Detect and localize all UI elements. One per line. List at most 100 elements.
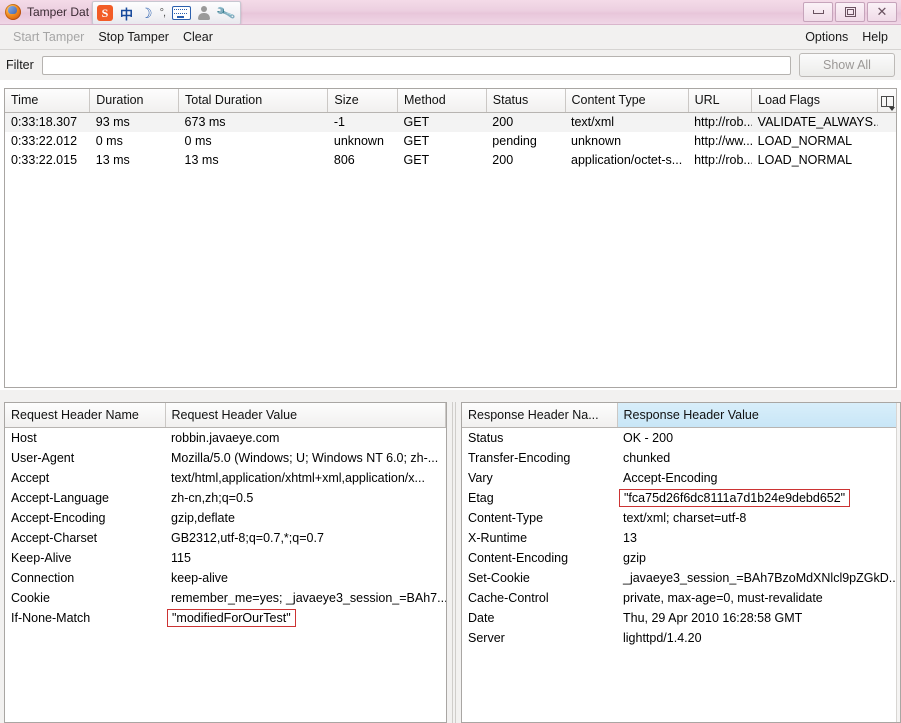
- chinese-mode-icon[interactable]: 中: [120, 4, 133, 23]
- header-name: Accept-Charset: [11, 531, 98, 545]
- header-name: Content-Type: [468, 511, 544, 525]
- header-name: Accept: [11, 471, 50, 485]
- requests-table-header-row: Time Duration Total Duration Size Method…: [5, 89, 896, 113]
- list-item[interactable]: Content-Encoding gzip: [462, 548, 900, 568]
- column-header-request-header-value[interactable]: Request Header Value: [165, 403, 446, 428]
- column-header-url[interactable]: URL: [688, 89, 753, 113]
- stop-tamper-button[interactable]: Stop Tamper: [91, 28, 176, 46]
- minimize-button[interactable]: [803, 2, 833, 22]
- column-header-time[interactable]: Time: [5, 89, 91, 113]
- maximize-button[interactable]: [835, 2, 865, 22]
- table-row[interactable]: 0:33:18.307 93 ms 673 ms -1 GET 200 text…: [5, 112, 896, 132]
- header-name: Cache-Control: [468, 591, 549, 605]
- column-header-request-header-name[interactable]: Request Header Name: [5, 403, 166, 428]
- ime-toolbar[interactable]: S 中 ☽ °, 🔧: [92, 1, 242, 24]
- filter-input[interactable]: [41, 55, 791, 75]
- header-value: text/xml; charset=utf-8: [623, 511, 747, 525]
- list-item[interactable]: Date Thu, 29 Apr 2010 16:28:58 GMT: [462, 608, 900, 628]
- list-item[interactable]: Etag "fca75d26f6dc8111a7d1b24e9debd652": [462, 488, 900, 508]
- header-name: Vary: [468, 471, 493, 485]
- list-item[interactable]: Host robbin.javaeye.com: [5, 428, 446, 449]
- column-chooser-button[interactable]: [877, 89, 896, 113]
- requests-table-container[interactable]: Time Duration Total Duration Size Method…: [4, 88, 897, 388]
- cell-url: http://rob...: [688, 112, 752, 132]
- close-button[interactable]: ✕: [867, 2, 897, 22]
- header-name: Accept-Language: [11, 491, 109, 505]
- header-name: Status: [468, 431, 504, 445]
- cell-duration: 0 ms: [95, 134, 123, 148]
- table-row[interactable]: 0:33:22.012 0 ms 0 ms unknown GET pendin…: [5, 132, 896, 151]
- column-header-content-type[interactable]: Content Type: [565, 89, 689, 113]
- moon-icon[interactable]: ☽: [140, 5, 153, 22]
- list-item[interactable]: Set-Cookie _javaeye3_session_=BAh7BzoMdXN…: [462, 568, 900, 588]
- request-headers-header-row: Request Header Name Request Header Value: [5, 403, 446, 428]
- column-header-status[interactable]: Status: [486, 89, 566, 113]
- table-row[interactable]: 0:33:22.015 13 ms 13 ms 806 GET 200 appl…: [5, 151, 896, 170]
- cell-spacer: [878, 151, 896, 170]
- list-item[interactable]: Accept-Language zh-cn,zh;q=0.5: [5, 488, 446, 508]
- list-item[interactable]: Accept-Charset GB2312,utf-8;q=0.7,*;q=0.7: [5, 528, 446, 548]
- cell-url: http://ww...: [694, 134, 752, 148]
- cell-content-type: text/xml: [565, 112, 689, 132]
- header-name: Cookie: [11, 591, 50, 605]
- horizontal-splitter[interactable]: [0, 390, 901, 402]
- options-menu[interactable]: Options: [798, 28, 855, 46]
- response-headers-panel[interactable]: Response Header Na... Response Header Va…: [461, 402, 901, 723]
- start-tamper-button[interactable]: Start Tamper: [6, 28, 91, 46]
- header-name: Etag: [468, 491, 494, 505]
- modified-value-box: "modifiedForOurTest": [167, 609, 296, 627]
- cell-duration: 93 ms: [89, 112, 179, 132]
- user-icon[interactable]: [198, 6, 211, 20]
- column-header-method[interactable]: Method: [397, 89, 487, 113]
- list-item[interactable]: Accept text/html,application/xhtml+xml,ap…: [5, 468, 446, 488]
- header-value: remember_me=yes; _javaeye3_session_=BAh7…: [171, 591, 446, 605]
- list-item[interactable]: Content-Type text/xml; charset=utf-8: [462, 508, 900, 528]
- header-name: Keep-Alive: [11, 551, 72, 565]
- list-item[interactable]: Keep-Alive 115: [5, 548, 446, 568]
- list-item[interactable]: X-Runtime 13: [462, 528, 900, 548]
- column-header-size[interactable]: Size: [327, 89, 398, 113]
- header-value: Accept-Encoding: [623, 471, 718, 485]
- list-item[interactable]: Transfer-Encoding chunked: [462, 448, 900, 468]
- column-header-total-duration[interactable]: Total Duration: [178, 89, 329, 113]
- clear-button[interactable]: Clear: [176, 28, 220, 46]
- punctuation-icon[interactable]: °,: [160, 7, 167, 19]
- help-menu[interactable]: Help: [855, 28, 895, 46]
- column-header-load-flags[interactable]: Load Flags: [751, 89, 879, 113]
- response-panel-scrollbar[interactable]: [896, 403, 900, 722]
- list-item[interactable]: Cache-Control private, max-age=0, must-re…: [462, 588, 900, 608]
- list-item[interactable]: Accept-Encoding gzip,deflate: [5, 508, 446, 528]
- soft-keyboard-icon[interactable]: [172, 6, 192, 20]
- column-header-response-header-value[interactable]: Response Header Value: [617, 403, 900, 428]
- list-item[interactable]: Status OK - 200: [462, 428, 900, 449]
- etag-value-box: "fca75d26f6dc8111a7d1b24e9debd652": [619, 489, 851, 507]
- response-headers-header-row: Response Header Na... Response Header Va…: [462, 403, 900, 428]
- cell-status: pending: [492, 134, 537, 148]
- header-name: Set-Cookie: [468, 571, 530, 585]
- column-header-response-header-name[interactable]: Response Header Na...: [462, 403, 618, 428]
- cell-size: unknown: [333, 134, 384, 148]
- sogou-logo-icon[interactable]: S: [97, 5, 113, 21]
- list-item[interactable]: Vary Accept-Encoding: [462, 468, 900, 488]
- list-item[interactable]: User-Agent Mozilla/5.0 (Windows; U; Windo…: [5, 448, 446, 468]
- show-all-button[interactable]: Show All: [799, 53, 895, 77]
- header-name: Connection: [11, 571, 75, 585]
- settings-wrench-icon[interactable]: 🔧: [215, 2, 237, 24]
- response-headers-body: Status OK - 200 Transfer-Encoding chunked …: [462, 428, 900, 649]
- header-value: gzip,deflate: [171, 511, 235, 525]
- list-item[interactable]: Connection keep-alive: [5, 568, 446, 588]
- cell-time: 0:33:18.307: [5, 112, 90, 132]
- list-item[interactable]: If-None-Match "modifiedForOurTest": [5, 608, 446, 628]
- list-item[interactable]: Server lighttpd/1.4.20: [462, 628, 900, 648]
- header-value: Thu, 29 Apr 2010 16:28:58 GMT: [623, 611, 803, 625]
- column-header-duration[interactable]: Duration: [89, 89, 180, 113]
- cell-status: 200: [486, 112, 565, 132]
- cell-load-flags: LOAD_NORMAL: [757, 153, 853, 167]
- request-headers-panel[interactable]: Request Header Name Request Header Value…: [4, 402, 447, 723]
- header-value: robbin.javaeye.com: [171, 431, 280, 445]
- minimize-icon: [812, 10, 824, 14]
- list-item[interactable]: Cookie remember_me=yes; _javaeye3_session…: [5, 588, 446, 608]
- header-value: keep-alive: [171, 571, 228, 585]
- cell-spacer: [878, 132, 896, 151]
- vertical-splitter[interactable]: [447, 402, 461, 723]
